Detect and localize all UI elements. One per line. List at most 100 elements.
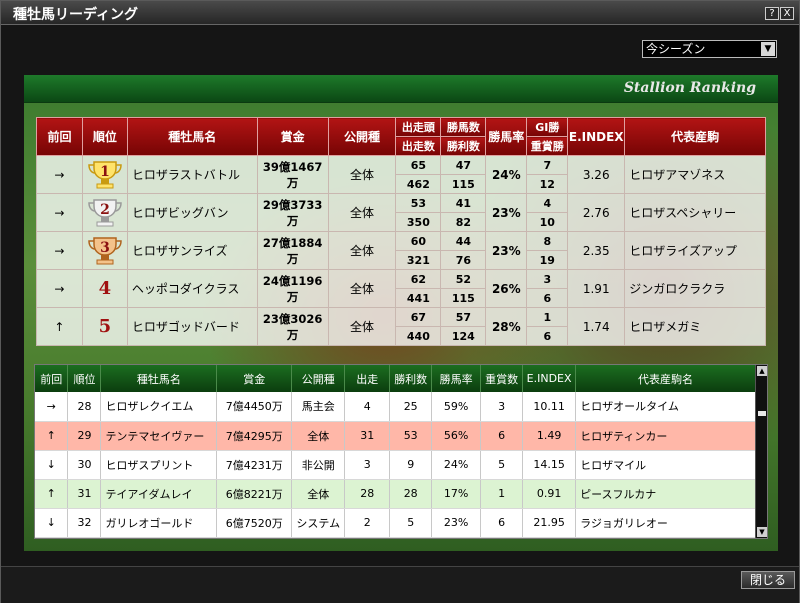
list-row[interactable]: ↓ 30 ヒロザスプリント 7億4231万 非公開 3 9 24% 5 14.15 ヒロザマイル <box>35 450 756 480</box>
list-header-rank[interactable]: 順位 <box>67 365 102 392</box>
list-graded: 3 <box>480 392 524 422</box>
scroll-thumb[interactable] <box>758 411 766 416</box>
list-row[interactable]: → 28 ヒロザレクイエム 7億4450万 馬主会 4 25 59% 3 10.11 ヒロザオールタ… <box>35 392 756 422</box>
stallion-name: ヒロザラストバトル <box>126 155 258 194</box>
prize-money: 27億1884万 <box>256 231 329 270</box>
list-header-win-rate[interactable]: 勝馬率 <box>431 365 482 392</box>
close-button[interactable]: 閉じる <box>741 571 795 589</box>
list-header-starts[interactable]: 出走 <box>344 365 391 392</box>
g1-wins: 3 <box>526 269 569 289</box>
list-rank: 28 <box>67 392 102 422</box>
ranking-row[interactable]: → 3 ヒロザサンライズ 27億1884万 全体 60 44 23% 8 2.35 ヒロザライズアッ… <box>36 231 766 270</box>
season-select[interactable]: 今シーズン ▼ <box>642 40 777 58</box>
prev-trend: → <box>36 155 83 194</box>
ranking-row[interactable]: ↑ 5 ヒロザゴッドバード 23億3026万 全体 67 57 28% 1 1.74 ヒロザメガミ <box>36 307 766 346</box>
winners-count: 44 <box>440 231 487 251</box>
graded-wins: 19 <box>526 250 569 270</box>
header-progeny: 代表産駒 <box>624 117 766 156</box>
header-prev: 前回 <box>36 117 83 156</box>
header-rank: 順位 <box>81 117 128 156</box>
list-header-progeny[interactable]: 代表産駒名 <box>575 365 756 392</box>
window-close-button[interactable]: X <box>780 7 794 20</box>
list-race-type: 馬主会 <box>291 392 346 422</box>
winners-count: 57 <box>440 307 487 327</box>
starters-count: 62 <box>395 269 442 289</box>
g1-wins: 1 <box>526 307 569 327</box>
prev-trend: ↑ <box>36 307 83 346</box>
winners-count: 41 <box>440 193 487 213</box>
list-win-rate: 23% <box>431 508 482 538</box>
scroll-up-icon[interactable]: ▲ <box>757 366 767 376</box>
header-wins: 勝利数 <box>440 136 487 156</box>
list-eindex: 10.11 <box>522 392 577 422</box>
list-progeny: ヒロザティンカー <box>575 421 756 451</box>
list-win-rate: 17% <box>431 479 482 509</box>
list-win-rate: 59% <box>431 392 482 422</box>
list-wins: 28 <box>389 479 433 509</box>
trophy-icon: 3 <box>88 235 122 267</box>
wins-count: 115 <box>440 288 487 308</box>
list-progeny: ヒロザオールタイム <box>575 392 756 422</box>
help-button[interactable]: ? <box>765 7 779 20</box>
list-stallion-name: ヒロザスプリント <box>100 450 218 480</box>
rank-cell: 1 <box>81 155 128 194</box>
list-scrollbar[interactable]: ▲ ▼ <box>755 365 767 538</box>
list-row[interactable]: ↑ 29 テンテマセイヴァー 7億4295万 全体 31 53 56% 6 1.49 ヒロザティンカ… <box>35 421 756 451</box>
list-header-prev[interactable]: 前回 <box>35 365 69 392</box>
list-header-graded[interactable]: 重賞数 <box>480 365 524 392</box>
stallion-list-table: 前回 順位 種牡馬名 賞金 公開種 出走 勝利数 勝馬率 重賞数 E.INDEX… <box>35 365 756 538</box>
header-g1-wins: GI勝 <box>526 117 569 137</box>
header-race-type: 公開種 <box>327 117 397 156</box>
prev-trend: → <box>36 231 83 270</box>
race-type: 全体 <box>327 269 397 308</box>
list-rank: 29 <box>67 421 102 451</box>
starts-count: 440 <box>395 326 442 346</box>
list-prize: 7億4231万 <box>216 450 293 480</box>
stallion-list: 前回 順位 種牡馬名 賞金 公開種 出走 勝利数 勝馬率 重賞数 E.INDEX… <box>34 364 768 539</box>
trophy-icon: 1 <box>88 159 122 191</box>
graded-wins: 6 <box>526 326 569 346</box>
list-header-race-type[interactable]: 公開種 <box>291 365 346 392</box>
list-graded: 6 <box>480 508 524 538</box>
eindex-value: 2.76 <box>567 193 626 232</box>
header-starts: 出走数 <box>395 136 442 156</box>
g1-wins: 7 <box>526 155 569 175</box>
stallion-leading-window: 種牡馬リーディング ? X 今シーズン ▼ Stallion Ranking 前… <box>0 0 800 603</box>
list-row[interactable]: ↑ 31 テイアイダムレイ 6億8221万 全体 28 28 17% 1 0.91 ピースフルカナ <box>35 479 756 509</box>
race-type: 全体 <box>327 193 397 232</box>
stallion-name: ヒロザゴッドバード <box>126 307 258 346</box>
list-starts: 28 <box>344 479 391 509</box>
list-win-rate: 24% <box>431 450 482 480</box>
header-prize: 賞金 <box>256 117 329 156</box>
list-header-prize[interactable]: 賞金 <box>216 365 293 392</box>
starts-count: 350 <box>395 212 442 232</box>
ranking-row[interactable]: → 1 ヒロザラストバトル 39億1467万 全体 65 47 24% 7 3.26 ヒロザアマゾネ… <box>36 155 766 194</box>
footer-bar <box>1 566 799 603</box>
list-header-wins[interactable]: 勝利数 <box>389 365 433 392</box>
list-header-name[interactable]: 種牡馬名 <box>100 365 218 392</box>
list-row[interactable]: ↓ 32 ガリレオゴールド 6億7520万 システム 2 5 23% 6 21.95 ラジョガリレオ… <box>35 508 756 538</box>
header-win-rate: 勝馬率 <box>485 117 528 156</box>
list-header-eindex[interactable]: E.INDEX <box>522 365 577 392</box>
win-rate: 23% <box>485 231 528 270</box>
chevron-down-icon[interactable]: ▼ <box>761 42 775 56</box>
list-wins: 53 <box>389 421 433 451</box>
list-prev-trend: → <box>35 392 69 422</box>
winners-count: 52 <box>440 269 487 289</box>
title-bar: 種牡馬リーディング ? X <box>1 1 799 25</box>
list-prev-trend: ↓ <box>35 450 69 480</box>
starts-count: 462 <box>395 174 442 194</box>
window-title: 種牡馬リーディング <box>13 7 139 23</box>
ranking-row[interactable]: → 2 ヒロザビッグバン 29億3733万 全体 53 41 23% 4 2.76 ヒロザスペシャリ… <box>36 193 766 232</box>
ranking-row[interactable]: → 4 ヘッポコダイクラス 24億1196万 全体 62 52 26% 3 1.91 ジンガロクラク… <box>36 269 766 308</box>
prev-trend: → <box>36 193 83 232</box>
list-progeny: ラジョガリレオー <box>575 508 756 538</box>
list-graded: 6 <box>480 421 524 451</box>
starters-count: 60 <box>395 231 442 251</box>
graded-wins: 12 <box>526 174 569 194</box>
prev-trend: → <box>36 269 83 308</box>
eindex-value: 3.26 <box>567 155 626 194</box>
g1-wins: 8 <box>526 231 569 251</box>
scroll-down-icon[interactable]: ▼ <box>757 527 767 537</box>
top-ranking-table: 前回 順位 種牡馬名 賞金 公開種 出走頭 勝馬数 勝馬率 GI勝 E.INDE… <box>36 117 766 346</box>
